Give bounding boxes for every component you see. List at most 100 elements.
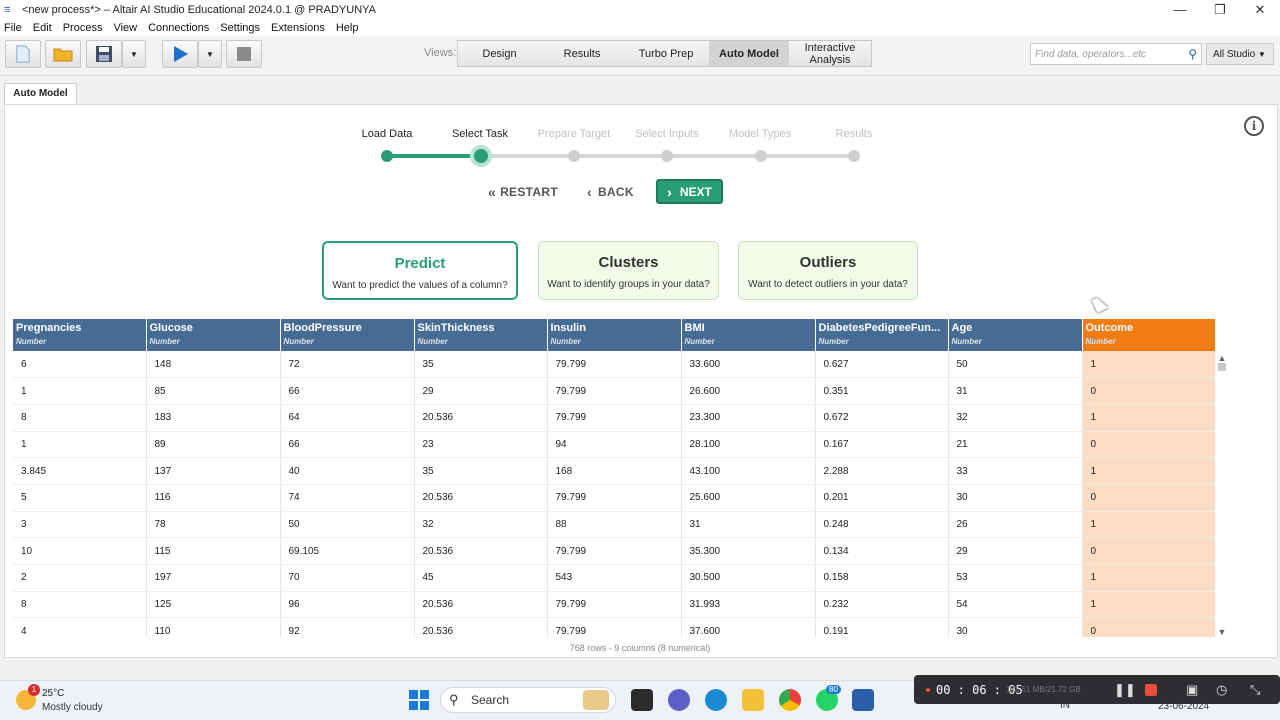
table-cell: 0.232 bbox=[815, 591, 949, 619]
minimize-recorder-icon[interactable]: ⤡ bbox=[1250, 682, 1260, 698]
tab-auto-model[interactable]: Auto Model bbox=[4, 83, 77, 105]
save-dropdown-button[interactable]: ▼ bbox=[122, 40, 146, 68]
stop-record-icon[interactable] bbox=[1145, 684, 1157, 696]
minimize-button[interactable]: — bbox=[1160, 0, 1200, 20]
menu-view[interactable]: View bbox=[113, 22, 137, 34]
restart-button[interactable]: « RESTART bbox=[488, 180, 558, 204]
table-cell: 3 bbox=[13, 511, 147, 539]
close-button[interactable]: ✕ bbox=[1240, 0, 1280, 20]
table-row[interactable]: 3.845 137 40 35 168 43.100 2.288 33 1 bbox=[13, 457, 1215, 485]
menu-help[interactable]: Help bbox=[336, 22, 359, 34]
step-results: Results bbox=[835, 128, 873, 140]
column-header[interactable]: Pregnancies Number bbox=[13, 319, 147, 351]
studio-select[interactable]: All Studio ▼ bbox=[1206, 43, 1274, 65]
table-cell: 0 bbox=[1082, 431, 1215, 459]
column-type: Number bbox=[16, 337, 47, 346]
table-row[interactable]: 8 183 64 20.536 79.799 23.300 0.672 32 1 bbox=[13, 404, 1215, 432]
table-cell: 35.300 bbox=[681, 537, 816, 565]
timer-icon[interactable]: ◷ bbox=[1216, 682, 1227, 698]
whatsapp-icon[interactable]: 80 bbox=[816, 685, 841, 711]
column-header[interactable]: SkinThickness Number bbox=[414, 319, 548, 351]
altair-studio-icon[interactable] bbox=[852, 689, 874, 711]
table-cell: 1 bbox=[13, 431, 147, 459]
task-card-outliers[interactable]: Outliers Want to detect outliers in your… bbox=[738, 241, 918, 300]
task-card-clusters[interactable]: Clusters Want to identify groups in your… bbox=[538, 241, 719, 300]
table-row[interactable]: 4 110 92 20.536 79.799 37.600 0.191 30 0 bbox=[13, 617, 1215, 637]
table-row[interactable]: 8 125 96 20.536 79.799 31.993 0.232 54 1 bbox=[13, 591, 1215, 619]
column-header[interactable]: DiabetesPedigreeFun... Number bbox=[815, 319, 949, 351]
table-cell: 79.799 bbox=[547, 351, 682, 379]
view-design[interactable]: Design bbox=[458, 41, 541, 66]
task-view-icon[interactable] bbox=[631, 689, 653, 711]
screenshot-icon[interactable]: ▣ bbox=[1186, 682, 1198, 698]
table-cell: 79.799 bbox=[547, 377, 682, 405]
table-cell: 31 bbox=[681, 511, 816, 539]
start-button[interactable] bbox=[409, 690, 429, 710]
teams-icon[interactable] bbox=[668, 689, 690, 711]
search-icon[interactable]: ⚲ bbox=[1188, 47, 1197, 61]
table-cell: 20.536 bbox=[414, 537, 548, 565]
column-header[interactable]: BMI Number bbox=[681, 319, 816, 351]
view-results[interactable]: Results bbox=[541, 41, 623, 66]
column-header[interactable]: BloodPressure Number bbox=[280, 319, 415, 351]
menu-edit[interactable]: Edit bbox=[33, 22, 52, 34]
table-row[interactable]: 10 115 69.105 20.536 79.799 35.300 0.134 29 0 bbox=[13, 537, 1215, 565]
view-interactive-analysis[interactable]: Interactive Analysis bbox=[789, 41, 871, 66]
table-row[interactable]: 6 148 72 35 79.799 33.600 0.627 50 1 bbox=[13, 351, 1215, 379]
table-row[interactable]: 2 197 70 45 543 30.500 0.158 53 1 bbox=[13, 564, 1215, 592]
language-indicator[interactable]: IN bbox=[1060, 700, 1070, 711]
chrome-icon[interactable] bbox=[779, 689, 801, 711]
menu-extensions[interactable]: Extensions bbox=[271, 22, 325, 34]
view-turbo-prep[interactable]: Turbo Prep bbox=[623, 41, 709, 66]
table-cell: 37.600 bbox=[681, 617, 816, 637]
scroll-down-icon[interactable]: ▼ bbox=[1216, 627, 1228, 637]
table-cell: 1 bbox=[1082, 564, 1215, 592]
table-row[interactable]: 3 78 50 32 88 31 0.248 26 1 bbox=[13, 511, 1215, 539]
chevron-down-icon: ▼ bbox=[130, 49, 138, 59]
menu-connections[interactable]: Connections bbox=[148, 22, 209, 34]
search-input[interactable]: Find data, operators...etc ⚲ bbox=[1030, 43, 1202, 65]
column-header[interactable]: Age Number bbox=[948, 319, 1083, 351]
column-type: Number bbox=[417, 337, 448, 346]
table-cell: 543 bbox=[547, 564, 682, 592]
menu-file[interactable]: File bbox=[4, 22, 22, 34]
step-dot-select-inputs bbox=[661, 150, 673, 162]
next-button[interactable]: › NEXT bbox=[656, 179, 723, 204]
info-icon[interactable]: i bbox=[1244, 116, 1264, 136]
table-cell: 43.100 bbox=[681, 457, 816, 485]
save-button[interactable] bbox=[86, 40, 122, 68]
run-button[interactable] bbox=[162, 40, 198, 68]
scroll-thumb[interactable] bbox=[1218, 363, 1226, 371]
table-row[interactable]: 1 89 66 23 94 28.100 0.167 21 0 bbox=[13, 431, 1215, 459]
task-title: Clusters bbox=[598, 254, 659, 271]
open-button[interactable] bbox=[45, 40, 81, 68]
table-cell: 0.351 bbox=[815, 377, 949, 405]
table-cell: 31 bbox=[948, 377, 1083, 405]
pause-icon[interactable]: ❚❚ bbox=[1114, 682, 1136, 698]
column-header[interactable]: Insulin Number bbox=[547, 319, 682, 351]
taskbar-search[interactable]: ⚲ Search bbox=[440, 687, 616, 713]
column-header[interactable]: Outcome Number bbox=[1082, 319, 1215, 351]
column-header[interactable]: Glucose Number bbox=[146, 319, 281, 351]
edge-icon[interactable] bbox=[705, 689, 727, 711]
menu-process[interactable]: Process bbox=[63, 22, 103, 34]
maximize-button[interactable]: ❐ bbox=[1200, 0, 1240, 20]
table-scrollbar[interactable]: ▲ ▼ bbox=[1216, 353, 1228, 637]
task-card-predict[interactable]: Predict Want to predict the values of a … bbox=[322, 241, 518, 300]
menu-settings[interactable]: Settings bbox=[220, 22, 260, 34]
stop-button[interactable] bbox=[226, 40, 262, 68]
step-prepare-target: Prepare Target bbox=[537, 128, 611, 140]
new-process-button[interactable] bbox=[5, 40, 41, 68]
column-name: Pregnancies bbox=[16, 322, 82, 334]
view-auto-model[interactable]: Auto Model bbox=[709, 41, 789, 66]
table-row[interactable]: 1 85 66 29 79.799 26.600 0.351 31 0 bbox=[13, 377, 1215, 405]
file-explorer-icon[interactable] bbox=[742, 689, 764, 711]
taskbar-date[interactable]: 23-06-2024 bbox=[1158, 701, 1209, 712]
table-row[interactable]: 5 116 74 20.536 79.799 25.600 0.201 30 0 bbox=[13, 484, 1215, 512]
run-dropdown-button[interactable]: ▼ bbox=[198, 40, 222, 68]
step-dot-load-data bbox=[381, 150, 393, 162]
back-button[interactable]: ‹ BACK bbox=[587, 180, 634, 204]
weather-widget[interactable]: 1 25°C Mostly cloudy bbox=[14, 684, 144, 716]
scroll-up-icon[interactable]: ▲ bbox=[1216, 353, 1228, 363]
column-name: DiabetesPedigreeFun... bbox=[818, 322, 941, 334]
